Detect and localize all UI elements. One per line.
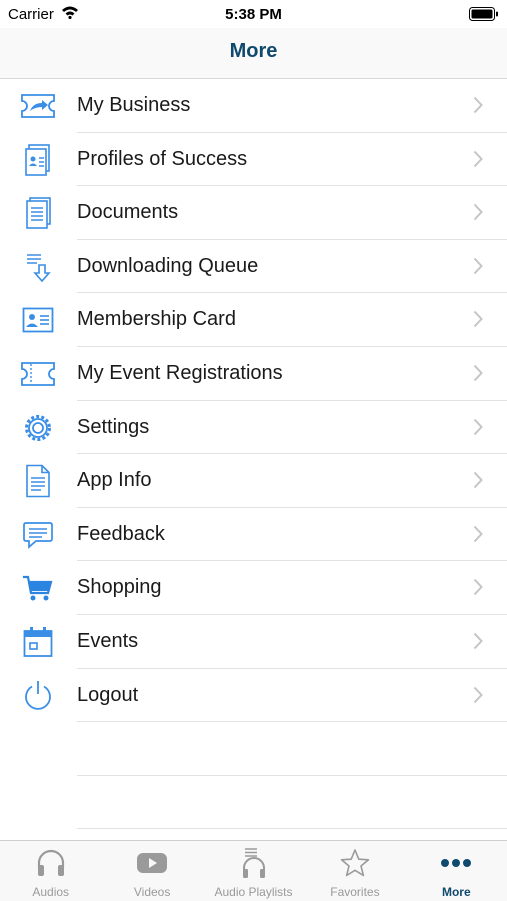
clock: 5:38 PM	[225, 6, 282, 23]
tab-label: Audio Playlists	[214, 885, 293, 899]
menu-item-downloading-queue[interactable]: Downloading Queue	[0, 240, 507, 294]
menu-item-label: Membership Card	[77, 308, 236, 331]
chevron-right-icon	[473, 632, 483, 650]
play-video-icon	[101, 848, 202, 878]
download-queue-icon	[20, 251, 56, 283]
menu-item-membership-card[interactable]: Membership Card	[0, 293, 507, 347]
chat-bubble-icon	[20, 519, 56, 551]
menu-item-label: App Info	[77, 469, 152, 492]
chevron-right-icon	[473, 257, 483, 275]
chevron-right-icon	[473, 203, 483, 221]
menu-item-app-info[interactable]: App Info	[0, 454, 507, 508]
chevron-right-icon	[473, 686, 483, 704]
tab-audio-playlists[interactable]: Audio Playlists	[203, 841, 304, 901]
empty-row	[0, 722, 507, 776]
more-dots-icon	[406, 848, 507, 878]
star-icon	[304, 848, 405, 878]
tab-label: Videos	[133, 885, 171, 899]
menu-item-label: Downloading Queue	[77, 254, 259, 277]
id-card-icon	[20, 304, 56, 336]
tab-bar: Audios Videos Audio Playlists Favorites …	[0, 840, 507, 901]
chevron-right-icon	[473, 525, 483, 543]
menu-item-profiles-of-success[interactable]: Profiles of Success	[0, 133, 507, 187]
tab-label: More	[441, 885, 471, 899]
menu-item-label: Documents	[77, 201, 179, 224]
page-title: More	[229, 40, 278, 62]
menu-item-logout[interactable]: Logout	[0, 669, 507, 723]
headphones-icon	[0, 848, 101, 878]
tab-audios[interactable]: Audios	[0, 841, 101, 901]
menu-list: My Business Profiles of Success Document…	[0, 79, 507, 829]
tab-videos[interactable]: Videos	[101, 841, 202, 901]
chevron-right-icon	[473, 310, 483, 328]
tab-more[interactable]: More	[406, 841, 507, 901]
power-icon	[20, 680, 56, 712]
chevron-right-icon	[473, 578, 483, 596]
navigation-bar: More	[0, 28, 507, 79]
empty-row	[0, 776, 507, 830]
menu-item-label: My Event Registrations	[77, 361, 283, 384]
menu-item-label: My Business	[77, 94, 191, 116]
menu-item-label: Feedback	[77, 522, 165, 545]
menu-item-settings[interactable]: Settings	[0, 401, 507, 455]
chevron-right-icon	[473, 418, 483, 436]
menu-item-feedback[interactable]: Feedback	[0, 508, 507, 562]
menu-item-label: Logout	[77, 683, 139, 706]
gear-icon	[20, 412, 56, 444]
chevron-right-icon	[473, 471, 483, 489]
menu-item-label: Settings	[77, 415, 150, 438]
ticket-icon	[20, 358, 56, 390]
chevron-right-icon	[473, 364, 483, 382]
calendar-icon	[20, 626, 56, 658]
menu-item-my-business[interactable]: My Business	[0, 79, 507, 133]
menu-item-label: Profiles of Success	[77, 147, 248, 170]
battery-icon	[469, 7, 499, 25]
tab-label: Favorites	[330, 885, 380, 899]
menu-item-documents[interactable]: Documents	[0, 186, 507, 240]
ticket-arrow-icon	[20, 90, 56, 122]
document-icon	[20, 197, 56, 229]
menu-item-label: Events	[77, 629, 139, 652]
info-document-icon	[20, 464, 56, 498]
chevron-right-icon	[473, 96, 483, 114]
menu-item-events[interactable]: Events	[0, 615, 507, 669]
tab-favorites[interactable]: Favorites	[304, 841, 405, 901]
menu-item-my-event-registrations[interactable]: My Event Registrations	[0, 347, 507, 401]
playlist-headphones-icon	[203, 848, 304, 878]
chevron-right-icon	[473, 150, 483, 168]
tab-label: Audios	[32, 885, 70, 899]
status-bar: Carrier 5:38 PM	[0, 0, 507, 28]
menu-item-shopping[interactable]: Shopping	[0, 561, 507, 615]
menu-item-label: Shopping	[77, 576, 162, 599]
cart-icon	[20, 572, 56, 604]
profile-document-icon	[20, 143, 56, 176]
